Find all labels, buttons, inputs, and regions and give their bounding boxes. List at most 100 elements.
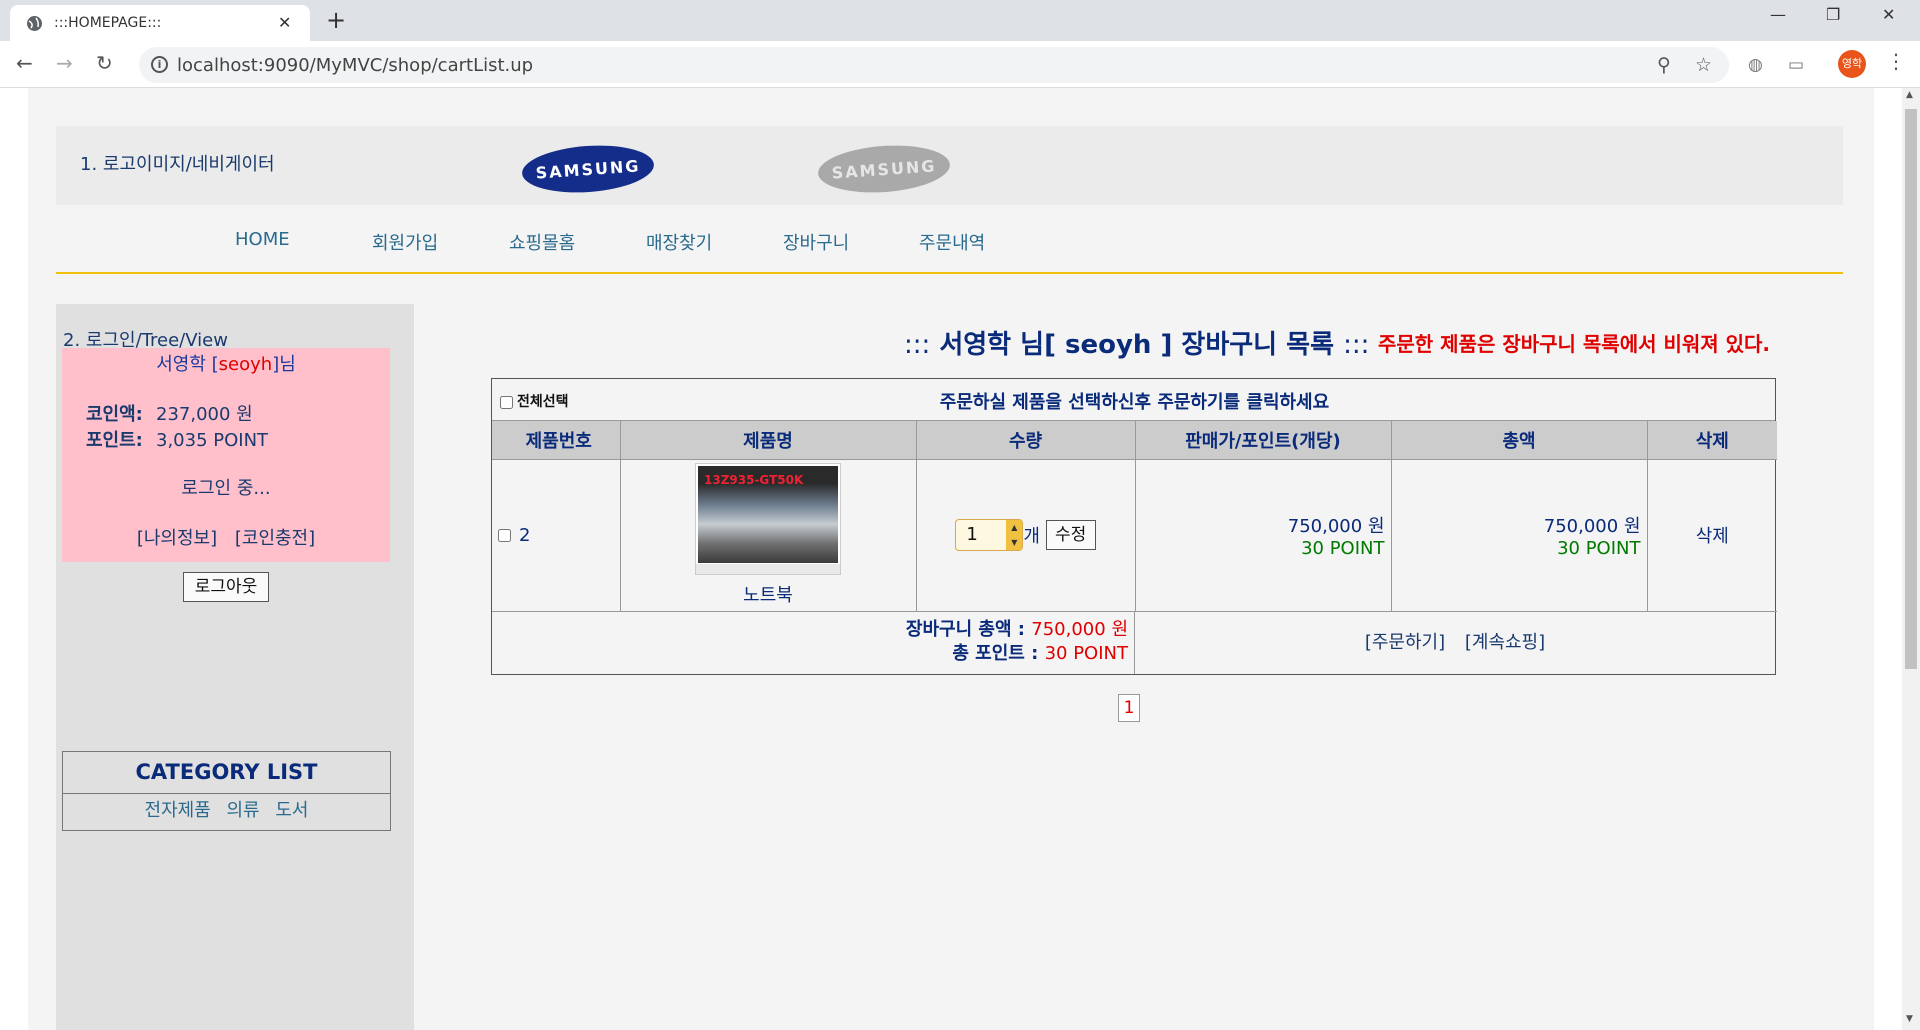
unit-point: 30 POINT [1301,537,1385,559]
cart-instruction: 주문하실 제품을 선택하신후 주문하기를 클릭하세요 [939,392,1330,413]
nav-signup[interactable]: 회원가입 [372,229,438,255]
restore-icon[interactable]: ❐ [1826,5,1840,24]
qty-edit-button[interactable]: 수정 [1045,520,1096,550]
sum-total-label: 장바구니 총액 : [905,618,1025,640]
menu-dots-icon[interactable]: ⋮ [1886,49,1906,73]
profile-avatar[interactable]: 영학 [1838,50,1866,78]
scroll-down-icon[interactable]: ▼ [1906,1014,1913,1024]
scroll-thumb[interactable] [1905,109,1917,669]
product-image[interactable]: 13Z935-GT50K [695,463,841,575]
qty-cell: 1 ▲ ▼ 개 수정 [916,459,1136,612]
tab-title: :::HOMEPAGE::: [54,15,162,31]
cart-summary-row: 장바구니 총액 : 750,000 원 총 포인트 : 30 POINT [주문… [492,611,1775,674]
samsung-logo[interactable]: SAMSUNG [520,141,656,197]
col-header-delete: 삭제 [1647,421,1777,460]
row-checkbox[interactable] [498,529,511,542]
reload-icon[interactable]: ↻ [96,51,113,75]
point-label: 포인트: [86,430,143,451]
my-info-link[interactable]: [나의정보] [137,528,217,549]
page-viewport: 1. 로고이미지/네비게이터 SAMSUNG SAMSUNG HOME 회원가입… [0,88,1920,1030]
col-header-name: 제품명 [620,421,917,460]
globe-icon [27,16,42,31]
sum-total-value: 750,000 원 [1031,618,1128,640]
window-close-icon[interactable]: ✕ [1882,5,1895,24]
cart-title: ::: 서영학 님[ seoyh ] 장바구니 목록 ::: [904,324,1369,361]
qty-unit: 개 [1023,526,1040,547]
login-status: 로그인 중... [181,478,271,499]
nav-cart[interactable]: 장바구니 [783,229,849,255]
coin-value: 237,000 원 [156,404,253,425]
login-info-box: 서영학 [seoyh]님 코인액: 237,000 원 포인트: 3,035 POI… [62,348,390,602]
nav-store-finder[interactable]: 매장찾기 [646,229,712,255]
delete-cell: 삭제 [1647,459,1777,612]
unit-price: 750,000 원 [1287,515,1385,537]
category-books[interactable]: 도서 [275,800,308,821]
price-cell: 750,000 원 30 POINT [1135,459,1392,612]
point-value: 3,035 POINT [156,430,269,451]
col-header-price: 판매가/포인트(개당) [1135,421,1392,460]
delete-link[interactable]: 삭제 [1696,526,1729,547]
address-bar[interactable]: i localhost:9090/MyMVC/shop/cartList.up … [139,47,1729,83]
cart-table: 제품번호 제품명 수량 판매가/포인트(개당) 총액 삭제 2 13Z935-G… [492,421,1777,612]
continue-shopping-link[interactable]: [계속쇼핑] [1465,632,1545,653]
nav-orders[interactable]: 주문내역 [919,229,985,255]
site-header: 1. 로고이미지/네비게이터 SAMSUNG SAMSUNG [56,126,1843,205]
cart-summary: 장바구니 총액 : 750,000 원 총 포인트 : 30 POINT [492,611,1135,674]
point-row: 포인트: 3,035 POINT [86,426,268,452]
logout-button[interactable]: 로그아웃 [183,572,269,602]
category-title: CATEGORY LIST [63,752,390,794]
product-no: 2 [519,524,531,546]
extension-icon[interactable]: ◍ [1748,55,1763,75]
main-nav: HOME 회원가입 쇼핑몰홈 매장찾기 장바구니 주문내역 [56,205,1843,274]
coin-charge-link[interactable]: [코인충전] [235,528,315,549]
scroll-up-icon[interactable]: ▲ [1906,90,1913,100]
col-header-qty: 수량 [916,421,1136,460]
product-cell: 13Z935-GT50K 노트북 [620,459,917,612]
category-list: CATEGORY LIST 전자제품 의류 도서 [62,751,391,831]
header-label: 1. 로고이미지/네비게이터 [80,154,275,175]
user-greeting: 서영학 [seoyh]님 [156,354,296,375]
zoom-icon[interactable]: ⚲ [1657,54,1671,76]
forward-icon[interactable]: → [56,51,73,75]
order-link[interactable]: [주문하기] [1365,632,1445,653]
page-scrollbar[interactable]: ▲ ▼ [1902,88,1920,1030]
user-name: 서영학 [156,354,206,375]
title-suffix: ::: [1343,330,1370,360]
product-model: 13Z935-GT50K [704,473,804,487]
browser-toolbar: ← → ↻ i localhost:9090/MyMVC/shop/cartLi… [0,41,1920,88]
col-header-total: 총액 [1391,421,1648,460]
col-header-no: 제품번호 [492,421,621,460]
cart-table-wrapper: 전체선택 주문하실 제품을 선택하신후 주문하기를 클릭하세요 제품번호 제품명… [491,378,1777,675]
browser-tab[interactable]: :::HOMEPAGE::: ✕ [10,5,310,41]
product-no-cell: 2 [492,459,621,612]
total-cell: 750,000 원 30 POINT [1391,459,1648,612]
category-items: 전자제품 의류 도서 [63,794,390,828]
title-prefix: ::: [904,330,931,360]
table-row: 2 13Z935-GT50K 노트북 1 ▲ ▼ 개 수정 750,000 원 … [492,459,1777,612]
qty-stepper[interactable]: 1 ▲ ▼ [955,519,1024,551]
cart-warning: 주문한 제품은 장바구니 목록에서 비워져 있다. [1378,332,1771,356]
sidebar: 2. 로그인/Tree/View 서영학 [seoyh]님 코인액: 237,00… [56,304,414,1030]
minimize-icon[interactable]: — [1770,5,1786,24]
bookmark-star-icon[interactable]: ☆ [1695,54,1712,76]
nav-shop-home[interactable]: 쇼핑몰홈 [509,229,575,255]
user-suffix: 님 [279,354,296,375]
category-clothing[interactable]: 의류 [227,800,260,821]
cart-instruction-row: 전체선택 주문하실 제품을 선택하신후 주문하기를 클릭하세요 [492,379,1775,421]
page-number-1[interactable]: 1 [1118,694,1140,722]
cast-icon[interactable]: ▭ [1788,55,1804,75]
category-electronics[interactable]: 전자제품 [145,800,211,821]
new-tab-icon[interactable]: + [326,6,346,34]
tab-close-icon[interactable]: ✕ [278,13,291,32]
nav-home[interactable]: HOME [235,229,290,250]
sum-point-label: 총 포인트 : [952,642,1039,664]
table-header-row: 제품번호 제품명 수량 판매가/포인트(개당) 총액 삭제 [492,421,1777,460]
spin-arrows-icon[interactable]: ▲ ▼ [1006,520,1023,550]
info-icon[interactable]: i [151,56,168,73]
url-text[interactable]: localhost:9090/MyMVC/shop/cartList.up [177,55,533,76]
row-total-point: 30 POINT [1557,537,1641,559]
back-icon[interactable]: ← [16,51,33,75]
browser-tab-bar: :::HOMEPAGE::: ✕ + — ❐ ✕ [0,0,1920,41]
samsung-logo-gray[interactable]: SAMSUNG [816,141,952,197]
qty-value[interactable]: 1 [966,524,977,545]
